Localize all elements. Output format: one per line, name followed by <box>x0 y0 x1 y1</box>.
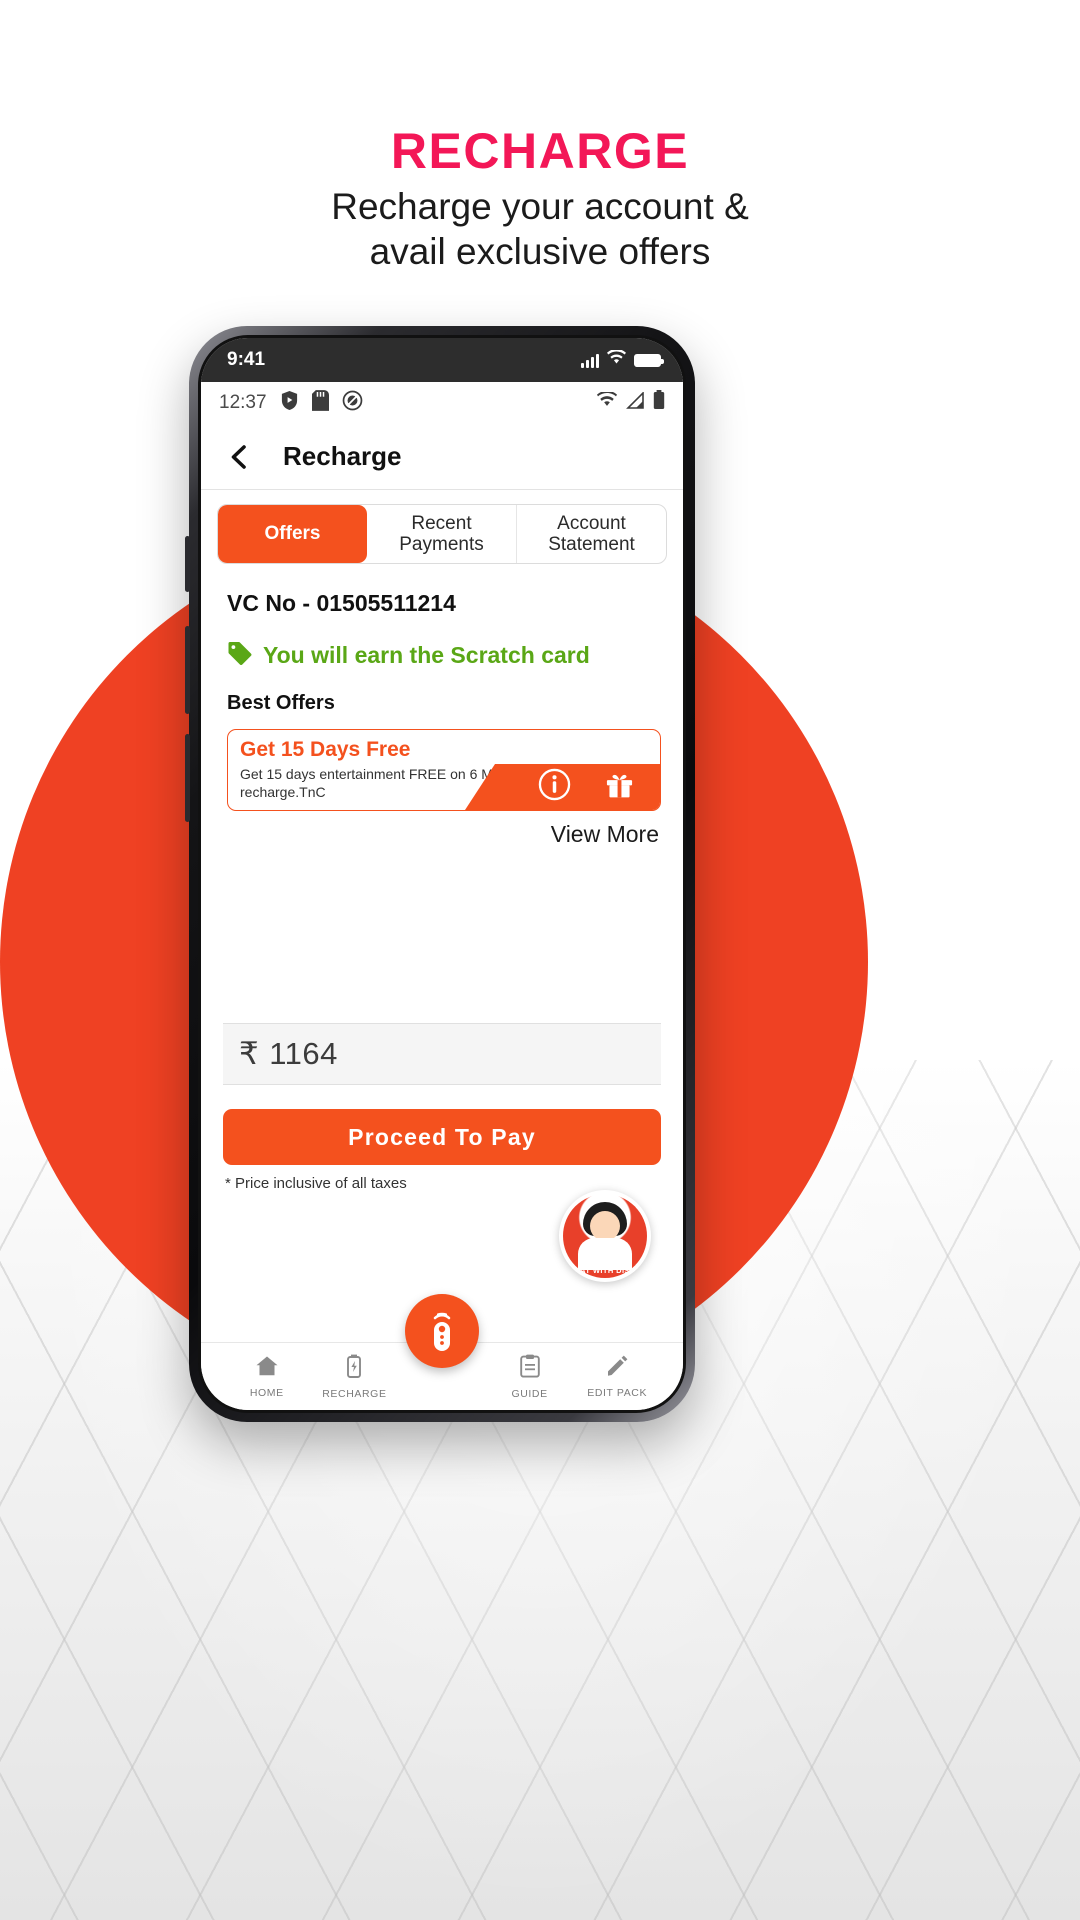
offer-title: Get 15 Days Free <box>240 738 411 761</box>
nav-label-recharge: RECHARGE <box>322 1387 387 1400</box>
tab-account-statement[interactable]: Account Statement <box>517 505 666 563</box>
signal-bars-icon <box>581 353 599 368</box>
phone-volume-down-button[interactable] <box>185 734 190 822</box>
device-status-bar: 9:41 <box>201 338 683 382</box>
phone-side-button-top[interactable] <box>185 536 190 592</box>
nav-label-edit-pack: EDIT PACK <box>587 1387 648 1399</box>
do-not-disturb-icon <box>342 390 363 417</box>
back-chevron-icon[interactable] <box>227 444 253 470</box>
best-offers-heading: Best Offers <box>227 692 335 714</box>
page-subtitle: Recharge your account & avail exclusive … <box>0 184 1080 274</box>
nav-label-guide: GUIDE <box>511 1387 548 1400</box>
phone-screen: 9:41 12:37 Recharge Offers Recent Paymen… <box>201 338 683 1410</box>
nav-item-guide[interactable]: GUIDE <box>486 1354 574 1400</box>
phone-mockup: 9:41 12:37 Recharge Offers Recent Paymen… <box>185 326 695 1422</box>
scratch-card-banner: You will earn the Scratch card <box>227 641 683 670</box>
tab-recent-payments[interactable]: Recent Payments <box>367 505 517 563</box>
offer-action-band <box>465 764 660 810</box>
amount-value: 1164 <box>269 1036 338 1071</box>
amount-input[interactable]: ₹ 1164 <box>223 1023 661 1085</box>
nav-item-edit-pack[interactable]: EDIT PACK <box>573 1354 661 1399</box>
battery-full-icon <box>634 353 664 367</box>
nav-item-home[interactable]: HOME <box>223 1355 311 1399</box>
edit-pencil-icon <box>606 1354 628 1382</box>
tab-offers[interactable]: Offers <box>218 505 367 563</box>
tax-note: * Price inclusive of all taxes <box>225 1175 407 1192</box>
nav-item-recharge[interactable]: RECHARGE <box>311 1354 399 1400</box>
proceed-to-pay-button[interactable]: Proceed To Pay <box>223 1109 661 1165</box>
signal-triangle-icon <box>626 390 644 415</box>
app-clock: 12:37 <box>219 392 267 413</box>
chat-widget-label: CHAT WITH DISHA <box>568 1266 642 1275</box>
clipboard-guide-icon <box>519 1354 540 1383</box>
shield-play-icon <box>280 390 299 417</box>
tab-bar: Offers Recent Payments Account Statement <box>217 504 667 564</box>
nav-label-home: HOME <box>249 1386 284 1399</box>
wifi-icon <box>607 349 626 371</box>
recharge-battery-icon <box>346 1354 362 1383</box>
chat-with-disha-widget[interactable]: CHAT WITH DISHA <box>559 1190 651 1282</box>
sd-card-icon <box>311 389 329 417</box>
home-icon <box>255 1355 279 1382</box>
currency-symbol: ₹ <box>239 1036 260 1071</box>
vc-number-label: VC No - 01505511214 <box>227 590 456 616</box>
app-header: Recharge <box>201 424 683 490</box>
remote-control-icon <box>433 1312 451 1351</box>
view-more-link[interactable]: View More <box>201 821 659 848</box>
remote-control-fab[interactable] <box>405 1294 479 1368</box>
offer-card[interactable]: Get 15 Days Free Get 15 days entertainme… <box>227 729 661 811</box>
phone-volume-up-button[interactable] <box>185 626 190 714</box>
wifi-icon <box>597 390 617 414</box>
page-subtitle-line2: avail exclusive offers <box>369 231 711 273</box>
app-title: Recharge <box>283 441 402 471</box>
battery-icon <box>653 390 665 416</box>
gift-icon[interactable] <box>605 770 634 804</box>
tag-icon <box>227 641 253 670</box>
page-title: RECHARGE <box>390 123 690 179</box>
info-circle-icon[interactable] <box>538 768 571 806</box>
app-status-bar: 12:37 <box>201 382 683 424</box>
device-clock: 9:41 <box>227 349 266 370</box>
scratch-card-text: You will earn the Scratch card <box>263 642 590 668</box>
page-subtitle-line1: Recharge your account & <box>331 186 749 227</box>
phone-bezel: 9:41 12:37 Recharge Offers Recent Paymen… <box>198 335 686 1413</box>
